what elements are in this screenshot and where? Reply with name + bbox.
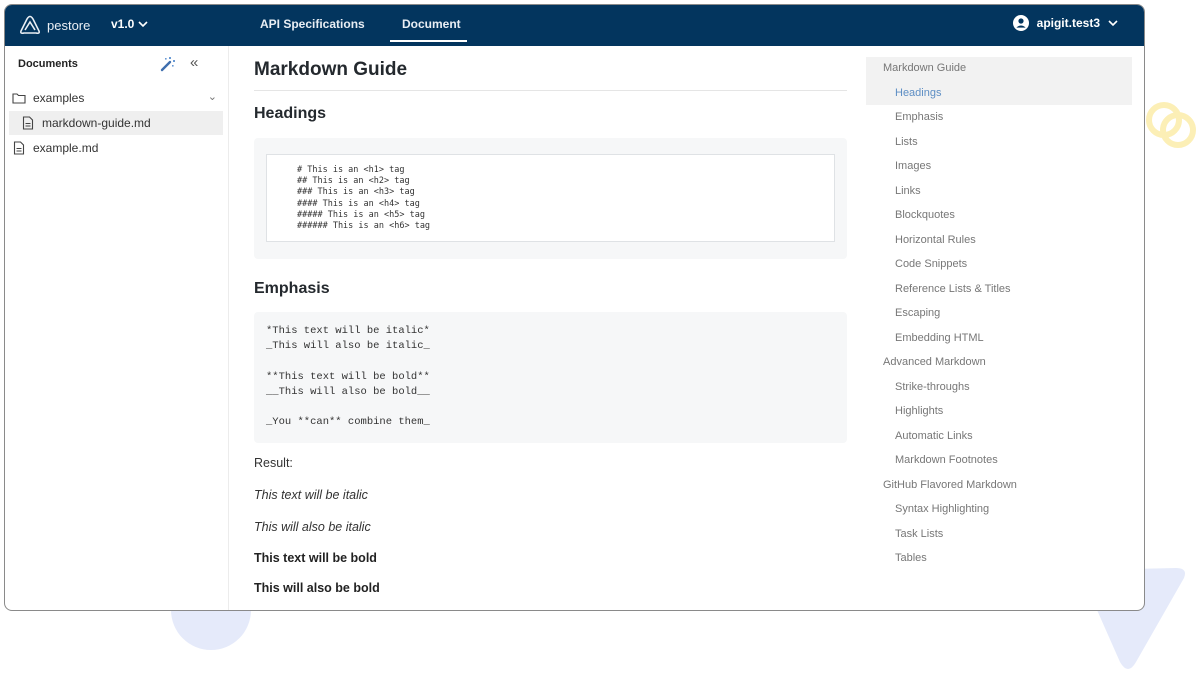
toc-item[interactable]: Markdown Guide	[883, 62, 966, 74]
toc-item[interactable]: Reference Lists & Titles	[895, 283, 1011, 295]
app-window: pestore v1.0 API Specifications Document…	[4, 4, 1145, 611]
sidebar-title: Documents	[18, 58, 78, 70]
heading-headings: Headings	[254, 105, 327, 122]
result-label: Result:	[254, 456, 293, 470]
result-bold-1: This text will be bold	[254, 551, 377, 565]
toc-item[interactable]: Task Lists	[895, 528, 943, 540]
toc-item[interactable]: Advanced Markdown	[883, 356, 986, 368]
toc-item[interactable]: Emphasis	[895, 111, 943, 123]
page-title: Markdown Guide	[254, 59, 408, 80]
toc-item[interactable]: Images	[895, 160, 931, 172]
tree-item-label: examples	[33, 91, 85, 105]
file-icon	[22, 116, 34, 130]
file-icon	[13, 141, 25, 155]
toc-item[interactable]: Embedding HTML	[895, 332, 984, 344]
tree-item-label: markdown-guide.md	[42, 116, 151, 130]
tab-document[interactable]: Document	[402, 17, 461, 31]
toc-item[interactable]: Markdown Footnotes	[895, 454, 998, 466]
documents-sidebar: Documents « examples ⌄ markdown-guide.md…	[5, 46, 229, 610]
username: apigit.test3	[1036, 16, 1100, 30]
collapse-sidebar-icon[interactable]: «	[190, 54, 198, 71]
toc-item[interactable]: Automatic Links	[895, 430, 973, 442]
brand-logo[interactable]: pestore	[19, 15, 90, 35]
result-bold-2: This will also be bold	[254, 581, 380, 595]
toc-item[interactable]: GitHub Flavored Markdown	[883, 479, 1017, 491]
tree-file-markdown-guide[interactable]: markdown-guide.md	[9, 111, 223, 135]
toc-item[interactable]: Syntax Highlighting	[895, 503, 989, 515]
code-block-emphasis: *This text will be italic* _This will al…	[254, 312, 847, 443]
version-selector[interactable]: v1.0	[111, 17, 148, 31]
user-menu[interactable]: apigit.test3	[1012, 15, 1118, 31]
decorative-rings	[1146, 102, 1196, 148]
toc-item[interactable]: Links	[895, 185, 921, 197]
tree-item-label: example.md	[33, 141, 99, 155]
toc-item[interactable]: Lists	[895, 136, 918, 148]
toc-item[interactable]: Tables	[895, 552, 927, 564]
code-block-inner: # This is an <h1> tag ## This is an <h2>…	[266, 154, 835, 242]
code-block-headings: # This is an <h1> tag ## This is an <h2>…	[254, 138, 847, 259]
title-divider	[254, 90, 847, 91]
heading-emphasis: Emphasis	[254, 280, 330, 297]
code-text: *This text will be italic* _This will al…	[266, 325, 430, 429]
apigit-logo-icon	[20, 15, 40, 35]
toc-item[interactable]: Code Snippets	[895, 258, 967, 270]
result-italic-1: This text will be italic	[254, 488, 368, 502]
toc-item[interactable]: Escaping	[895, 307, 940, 319]
toc-item[interactable]: Horizontal Rules	[895, 234, 976, 246]
tab-api-specifications[interactable]: API Specifications	[260, 17, 365, 31]
version-label: v1.0	[111, 17, 135, 31]
toc-item-active[interactable]: Headings	[895, 87, 941, 99]
toc-item[interactable]: Strike-throughs	[895, 381, 970, 393]
tree-folder-examples[interactable]: examples ⌄	[5, 86, 223, 110]
top-navigation-bar: pestore v1.0 API Specifications Document…	[5, 5, 1144, 46]
active-tab-indicator	[390, 40, 467, 42]
toc-item[interactable]: Blockquotes	[895, 209, 955, 221]
code-text: # This is an <h1> tag ## This is an <h2>…	[297, 165, 431, 232]
magic-wand-icon[interactable]	[159, 56, 175, 72]
chevron-down-icon[interactable]: ⌄	[208, 90, 217, 103]
toc-item[interactable]: Highlights	[895, 405, 943, 417]
user-avatar-icon	[1012, 15, 1029, 31]
folder-icon	[12, 93, 26, 104]
tree-file-example[interactable]: example.md	[5, 136, 223, 160]
brand-name: pestore	[47, 17, 91, 33]
chevron-down-icon	[1108, 20, 1118, 27]
chevron-down-icon	[138, 21, 148, 28]
result-italic-2: This will also be italic	[254, 520, 371, 534]
